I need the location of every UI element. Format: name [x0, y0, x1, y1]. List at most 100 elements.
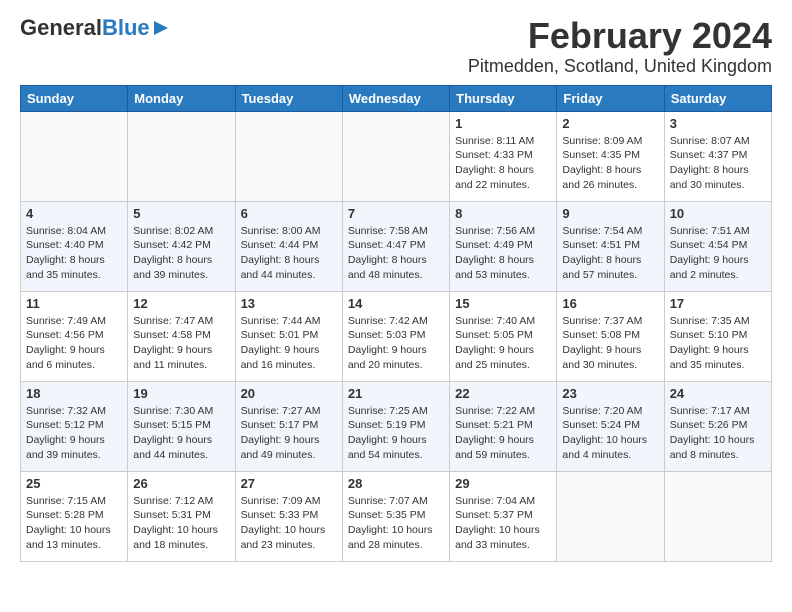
logo-arrow-icon	[152, 19, 170, 37]
day-number: 4	[26, 206, 122, 221]
calendar-cell: 24 Sunrise: 7:17 AM Sunset: 5:26 PM Dayli…	[664, 381, 771, 471]
calendar-cell	[235, 111, 342, 201]
calendar-cell	[557, 471, 664, 561]
day-number: 21	[348, 386, 444, 401]
calendar-cell: 13 Sunrise: 7:44 AM Sunset: 5:01 PM Dayli…	[235, 291, 342, 381]
day-info: Sunrise: 8:00 AM Sunset: 4:44 PM Dayligh…	[241, 224, 337, 283]
day-number: 9	[562, 206, 658, 221]
calendar-cell: 21 Sunrise: 7:25 AM Sunset: 5:19 PM Dayli…	[342, 381, 449, 471]
logo-general: General	[20, 15, 102, 40]
calendar-week-row: 18Sunrise: 7:32 AM Sunset: 5:12 PM Dayli…	[21, 381, 772, 471]
day-info: Sunrise: 7:17 AM Sunset: 5:26 PM Dayligh…	[670, 404, 766, 463]
day-info: Sunrise: 7:44 AM Sunset: 5:01 PM Dayligh…	[241, 314, 337, 373]
day-info: Sunrise: 8:02 AM Sunset: 4:42 PM Dayligh…	[133, 224, 229, 283]
page: GeneralBlue February 2024 Pitmedden, Sco…	[0, 0, 792, 578]
calendar-cell	[128, 111, 235, 201]
day-number: 6	[241, 206, 337, 221]
header-thursday: Thursday	[450, 85, 557, 111]
header-saturday: Saturday	[664, 85, 771, 111]
calendar-cell: 6 Sunrise: 8:00 AM Sunset: 4:44 PM Daylig…	[235, 201, 342, 291]
header-sunday: Sunday	[21, 85, 128, 111]
day-info: Sunrise: 7:42 AM Sunset: 5:03 PM Dayligh…	[348, 314, 444, 373]
calendar-cell: 4Sunrise: 8:04 AM Sunset: 4:40 PM Daylig…	[21, 201, 128, 291]
calendar-cell	[21, 111, 128, 201]
calendar-cell: 25 Sunrise: 7:15 AM Sunset: 5:28 PM Dayli…	[21, 471, 128, 561]
day-number: 1	[455, 116, 551, 131]
day-number: 17	[670, 296, 766, 311]
calendar-cell: 14 Sunrise: 7:42 AM Sunset: 5:03 PM Dayli…	[342, 291, 449, 381]
calendar-cell: 10 Sunrise: 7:51 AM Sunset: 4:54 PM Dayli…	[664, 201, 771, 291]
calendar-cell: 9 Sunrise: 7:54 AM Sunset: 4:51 PM Daylig…	[557, 201, 664, 291]
day-number: 23	[562, 386, 658, 401]
day-number: 19	[133, 386, 229, 401]
day-number: 15	[455, 296, 551, 311]
day-number: 14	[348, 296, 444, 311]
calendar-cell: 29 Sunrise: 7:04 AM Sunset: 5:37 PM Dayli…	[450, 471, 557, 561]
calendar-cell: 5 Sunrise: 8:02 AM Sunset: 4:42 PM Daylig…	[128, 201, 235, 291]
calendar-week-row: 1 Sunrise: 8:11 AM Sunset: 4:33 PM Daylig…	[21, 111, 772, 201]
calendar-cell: 16 Sunrise: 7:37 AM Sunset: 5:08 PM Dayli…	[557, 291, 664, 381]
day-info: Sunrise: 7:47 AM Sunset: 4:58 PM Dayligh…	[133, 314, 229, 373]
calendar-cell: 22Sunrise: 7:22 AM Sunset: 5:21 PM Dayli…	[450, 381, 557, 471]
day-number: 13	[241, 296, 337, 311]
day-number: 7	[348, 206, 444, 221]
calendar-week-row: 11Sunrise: 7:49 AM Sunset: 4:56 PM Dayli…	[21, 291, 772, 381]
day-info: Sunrise: 7:51 AM Sunset: 4:54 PM Dayligh…	[670, 224, 766, 283]
day-info: Sunrise: 8:11 AM Sunset: 4:33 PM Dayligh…	[455, 134, 551, 193]
day-info: Sunrise: 7:09 AM Sunset: 5:33 PM Dayligh…	[241, 494, 337, 553]
calendar-cell: 11Sunrise: 7:49 AM Sunset: 4:56 PM Dayli…	[21, 291, 128, 381]
header: GeneralBlue February 2024 Pitmedden, Sco…	[20, 16, 772, 77]
header-friday: Friday	[557, 85, 664, 111]
header-monday: Monday	[128, 85, 235, 111]
logo-blue: Blue	[102, 15, 150, 40]
day-info: Sunrise: 7:54 AM Sunset: 4:51 PM Dayligh…	[562, 224, 658, 283]
day-number: 20	[241, 386, 337, 401]
day-info: Sunrise: 7:25 AM Sunset: 5:19 PM Dayligh…	[348, 404, 444, 463]
calendar-cell: 27 Sunrise: 7:09 AM Sunset: 5:33 PM Dayli…	[235, 471, 342, 561]
day-info: Sunrise: 7:12 AM Sunset: 5:31 PM Dayligh…	[133, 494, 229, 553]
title-area: February 2024 Pitmedden, Scotland, Unite…	[468, 16, 772, 77]
day-number: 22	[455, 386, 551, 401]
day-info: Sunrise: 7:04 AM Sunset: 5:37 PM Dayligh…	[455, 494, 551, 553]
day-number: 10	[670, 206, 766, 221]
day-info: Sunrise: 7:56 AM Sunset: 4:49 PM Dayligh…	[455, 224, 551, 283]
day-info: Sunrise: 7:07 AM Sunset: 5:35 PM Dayligh…	[348, 494, 444, 553]
day-number: 24	[670, 386, 766, 401]
day-number: 8	[455, 206, 551, 221]
day-number: 25	[26, 476, 122, 491]
calendar-cell: 12 Sunrise: 7:47 AM Sunset: 4:58 PM Dayli…	[128, 291, 235, 381]
day-number: 5	[133, 206, 229, 221]
day-number: 18	[26, 386, 122, 401]
day-number: 16	[562, 296, 658, 311]
day-info: Sunrise: 7:37 AM Sunset: 5:08 PM Dayligh…	[562, 314, 658, 373]
day-number: 29	[455, 476, 551, 491]
day-number: 3	[670, 116, 766, 131]
day-number: 26	[133, 476, 229, 491]
calendar-cell: 17Sunrise: 7:35 AM Sunset: 5:10 PM Dayli…	[664, 291, 771, 381]
day-info: Sunrise: 7:30 AM Sunset: 5:15 PM Dayligh…	[133, 404, 229, 463]
calendar-cell: 26 Sunrise: 7:12 AM Sunset: 5:31 PM Dayli…	[128, 471, 235, 561]
day-info: Sunrise: 7:27 AM Sunset: 5:17 PM Dayligh…	[241, 404, 337, 463]
day-number: 27	[241, 476, 337, 491]
calendar-cell: 3 Sunrise: 8:07 AM Sunset: 4:37 PM Daylig…	[664, 111, 771, 201]
calendar-cell: 1 Sunrise: 8:11 AM Sunset: 4:33 PM Daylig…	[450, 111, 557, 201]
header-tuesday: Tuesday	[235, 85, 342, 111]
calendar-week-row: 4Sunrise: 8:04 AM Sunset: 4:40 PM Daylig…	[21, 201, 772, 291]
calendar-cell: 28Sunrise: 7:07 AM Sunset: 5:35 PM Dayli…	[342, 471, 449, 561]
calendar-cell	[342, 111, 449, 201]
calendar-cell: 15 Sunrise: 7:40 AM Sunset: 5:05 PM Dayli…	[450, 291, 557, 381]
calendar-table: SundayMondayTuesdayWednesdayThursdayFrid…	[20, 85, 772, 562]
day-number: 12	[133, 296, 229, 311]
day-number: 2	[562, 116, 658, 131]
calendar-cell: 8 Sunrise: 7:56 AM Sunset: 4:49 PM Daylig…	[450, 201, 557, 291]
day-info: Sunrise: 7:40 AM Sunset: 5:05 PM Dayligh…	[455, 314, 551, 373]
day-info: Sunrise: 8:07 AM Sunset: 4:37 PM Dayligh…	[670, 134, 766, 193]
calendar-cell: 19 Sunrise: 7:30 AM Sunset: 5:15 PM Dayli…	[128, 381, 235, 471]
main-title: February 2024	[468, 16, 772, 56]
day-info: Sunrise: 7:15 AM Sunset: 5:28 PM Dayligh…	[26, 494, 122, 553]
day-info: Sunrise: 8:09 AM Sunset: 4:35 PM Dayligh…	[562, 134, 658, 193]
day-number: 11	[26, 296, 122, 311]
calendar-header-row: SundayMondayTuesdayWednesdayThursdayFrid…	[21, 85, 772, 111]
calendar-cell: 18Sunrise: 7:32 AM Sunset: 5:12 PM Dayli…	[21, 381, 128, 471]
calendar-week-row: 25 Sunrise: 7:15 AM Sunset: 5:28 PM Dayli…	[21, 471, 772, 561]
